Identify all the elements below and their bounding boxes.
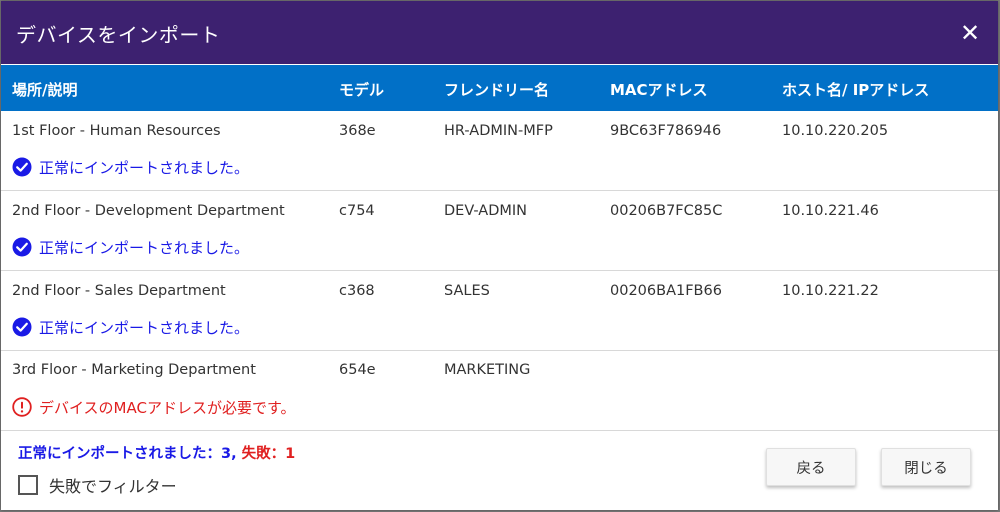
- checkbox-icon[interactable]: [18, 475, 38, 495]
- dialog-title-bar: デバイスをインポート ✕: [1, 1, 998, 64]
- filter-failures-checkbox[interactable]: 失敗でフィルター: [18, 473, 177, 497]
- summary-success-count: 正常にインポートされました：3,: [18, 446, 237, 462]
- check-circle-icon: [12, 317, 32, 337]
- import-status: 正常にインポートされました。: [12, 157, 249, 177]
- back-button[interactable]: 戻る: [766, 448, 856, 486]
- summary-fail-count: 失敗：1: [241, 446, 296, 462]
- status-message: 正常にインポートされました。: [39, 238, 250, 257]
- import-status: デバイスのMACアドレスが必要です。: [12, 397, 295, 417]
- dialog-title: デバイスをインポート: [16, 23, 221, 47]
- import-status: 正常にインポートされました。: [12, 237, 249, 257]
- close-icon[interactable]: ✕: [956, 19, 984, 47]
- check-circle-icon: [12, 157, 32, 177]
- exclamation-circle-icon: [12, 397, 32, 417]
- table-row: 1st Floor - Human Resources 368e HR-ADMI…: [1, 111, 998, 191]
- table-row: 2nd Floor - Sales Department c368 SALES …: [1, 271, 998, 351]
- cell-friendly-name: HR-ADMIN-MFP: [444, 123, 553, 139]
- column-header-model: モデル: [339, 81, 385, 99]
- cell-friendly-name: DEV-ADMIN: [444, 203, 528, 219]
- status-message: デバイスのMACアドレスが必要です。: [39, 398, 296, 417]
- filter-failures-label: 失敗でフィルター: [49, 477, 177, 496]
- cell-model: 654e: [339, 362, 376, 378]
- cell-friendly-name: MARKETING: [444, 362, 531, 378]
- cell-host-ip: 10.10.221.22: [782, 283, 879, 299]
- status-message: 正常にインポートされました。: [39, 158, 250, 177]
- cell-location: 3rd Floor - Marketing Department: [12, 362, 256, 378]
- column-header-host-ip: ホスト名/ IPアドレス: [782, 81, 930, 99]
- import-status: 正常にインポートされました。: [12, 317, 249, 337]
- table-header: 場所/説明 モデル フレンドリー名 MACアドレス ホスト名/ IPアドレス: [1, 65, 998, 111]
- cell-host-ip: 10.10.221.46: [782, 203, 879, 219]
- column-header-mac-address: MACアドレス: [610, 81, 708, 99]
- cell-model: c754: [339, 203, 375, 219]
- cell-location: 2nd Floor - Development Department: [12, 203, 285, 219]
- cell-mac-address: 9BC63F786946: [610, 123, 722, 139]
- cell-model: 368e: [339, 123, 376, 139]
- cell-friendly-name: SALES: [444, 283, 490, 299]
- column-header-friendly-name: フレンドリー名: [444, 81, 550, 99]
- import-devices-dialog: デバイスをインポート ✕ 場所/説明 モデル フレンドリー名 MACアドレス ホ…: [1, 1, 998, 510]
- dialog-footer: 正常にインポートされました：3, 失敗：1 失敗でフィルター 戻る 閉じる: [1, 431, 998, 510]
- cell-model: c368: [339, 283, 375, 299]
- cell-mac-address: 00206BA1FB66: [610, 283, 722, 299]
- import-summary: 正常にインポートされました：3, 失敗：1: [18, 442, 295, 463]
- check-circle-icon: [12, 237, 32, 257]
- table-row: 2nd Floor - Development Department c754 …: [1, 191, 998, 271]
- cell-host-ip: 10.10.220.205: [782, 123, 889, 139]
- cell-mac-address: 00206B7FC85C: [610, 203, 723, 219]
- table-row: 3rd Floor - Marketing Department 654e MA…: [1, 351, 998, 431]
- cell-location: 2nd Floor - Sales Department: [12, 283, 226, 299]
- status-message: 正常にインポートされました。: [39, 318, 250, 337]
- close-button[interactable]: 閉じる: [881, 448, 971, 486]
- column-header-location: 場所/説明: [12, 81, 78, 99]
- cell-location: 1st Floor - Human Resources: [12, 123, 221, 139]
